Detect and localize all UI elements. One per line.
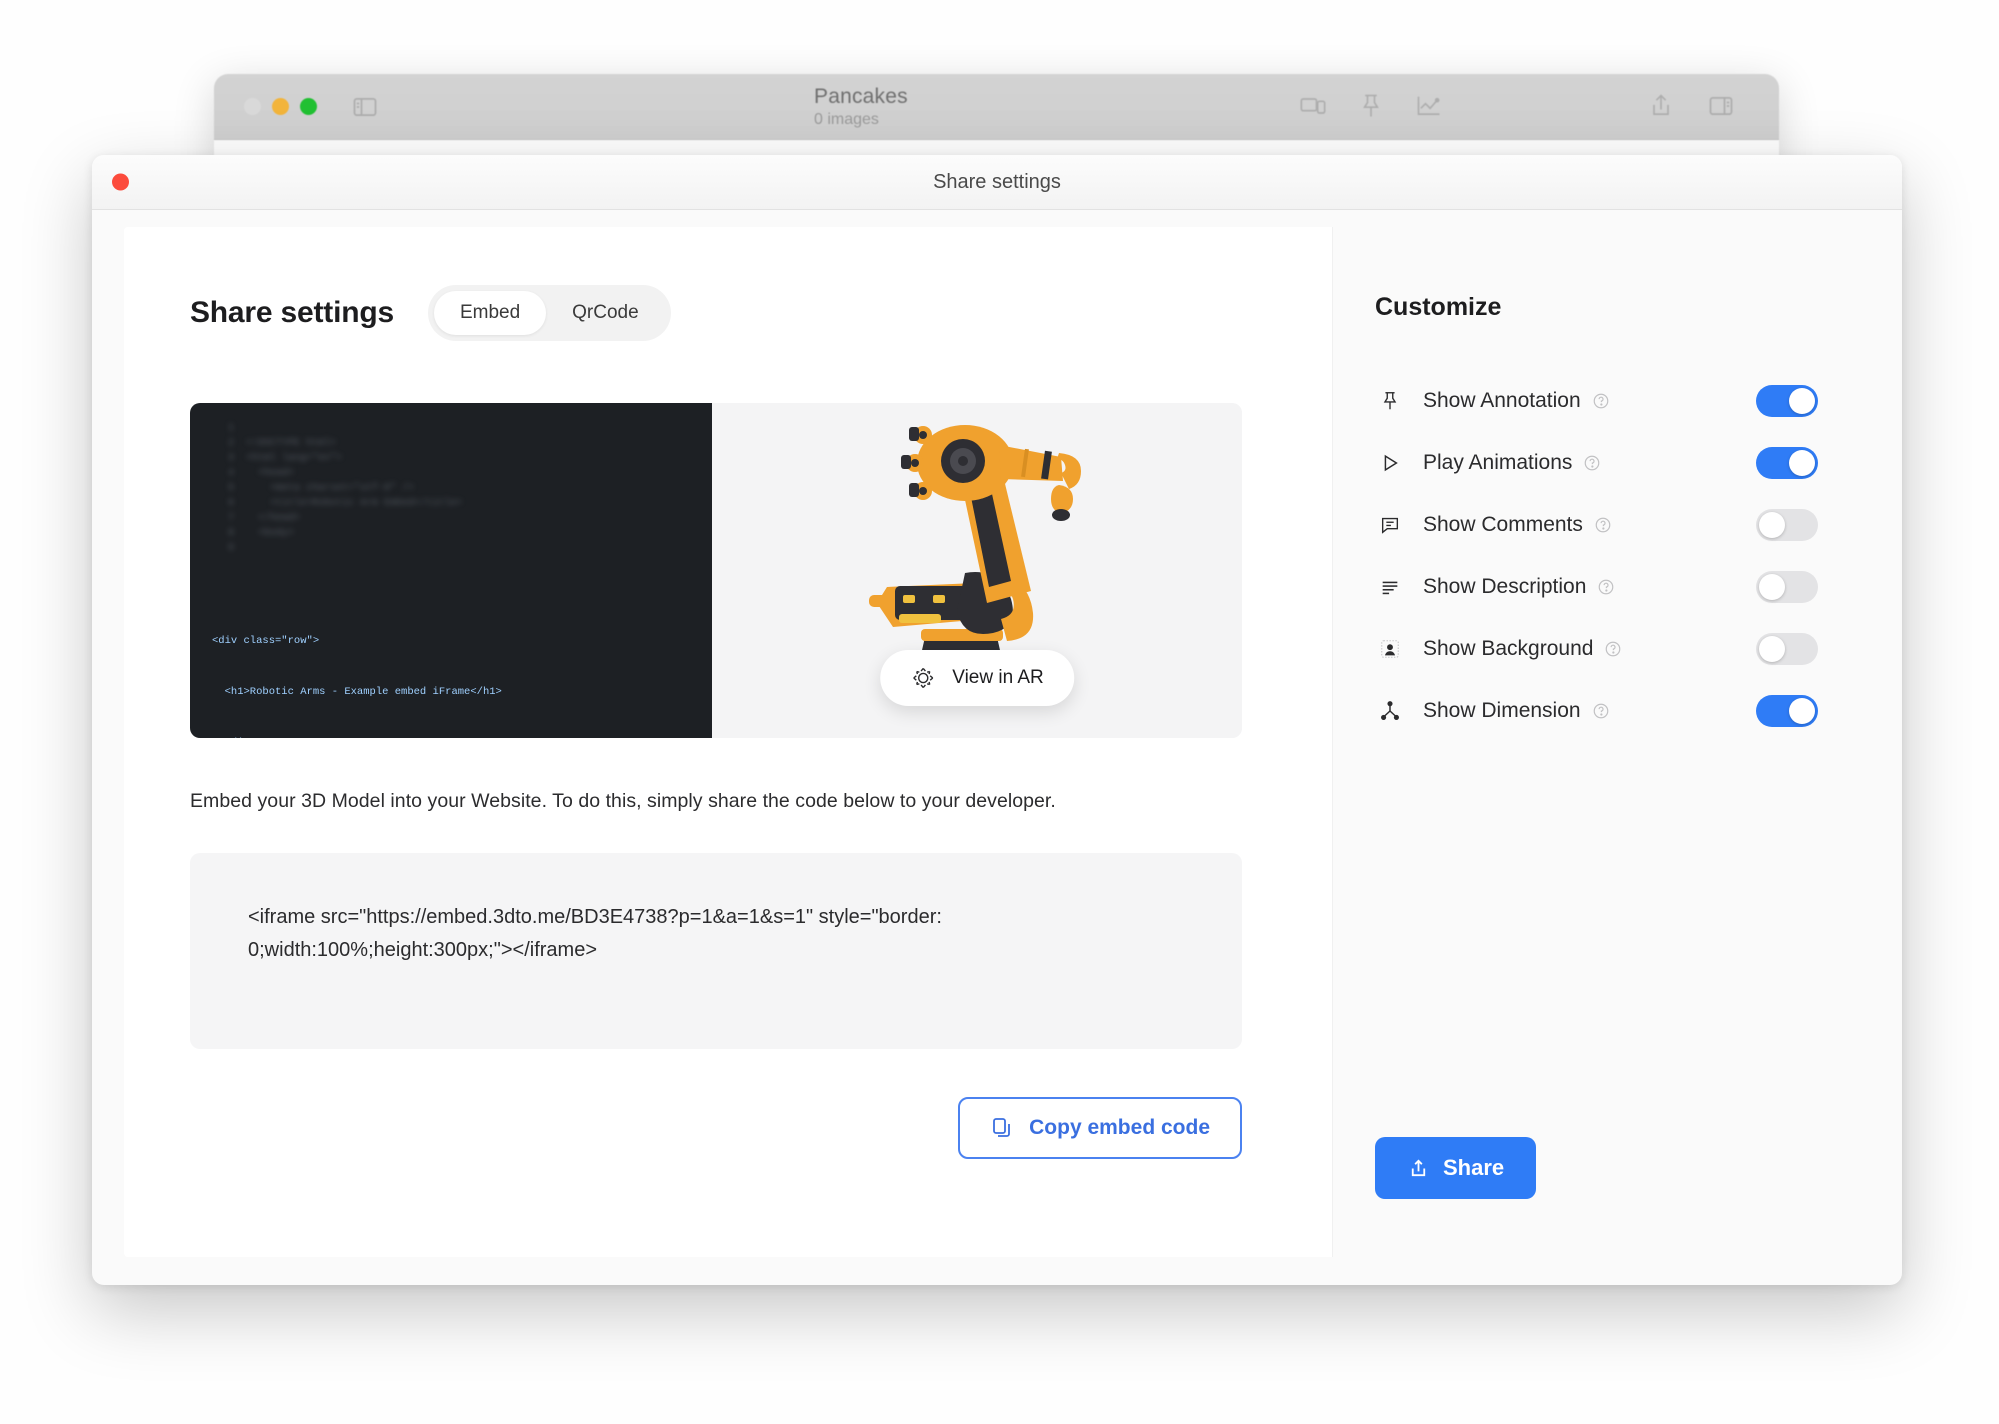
customize-pane: Customize Show Annotation Play Animation… bbox=[1332, 227, 1870, 1257]
background-icon bbox=[1375, 638, 1405, 660]
background-traffic-lights[interactable] bbox=[244, 98, 317, 115]
background-toolbar: Pancakes 0 images bbox=[214, 74, 1779, 140]
toggle-knob bbox=[1789, 388, 1815, 414]
dialog-body: Share settings Embed QrCode 1 2 <!DOCTYP… bbox=[124, 227, 1870, 1257]
embed-code-box[interactable]: <iframe src="https://embed.3dto.me/BD3E4… bbox=[190, 853, 1242, 1049]
view-in-ar-label: View in AR bbox=[952, 667, 1044, 688]
play-icon bbox=[1375, 452, 1405, 474]
toggle-show-background[interactable] bbox=[1756, 633, 1818, 665]
help-icon[interactable] bbox=[1604, 640, 1622, 658]
help-icon[interactable] bbox=[1592, 702, 1610, 720]
toggle-show-dimension[interactable] bbox=[1756, 695, 1818, 727]
option-show-annotation[interactable]: Show Annotation bbox=[1375, 370, 1870, 432]
toggle-show-comments[interactable] bbox=[1756, 509, 1818, 541]
toggle-show-description[interactable] bbox=[1756, 571, 1818, 603]
devices-icon[interactable] bbox=[1299, 92, 1327, 120]
code-line: <div> bbox=[212, 735, 712, 738]
preview-panel: 1 2 <!DOCTYPE html> 3 <html lang="en"> 4… bbox=[190, 403, 1242, 738]
copy-embed-code-label: Copy embed code bbox=[1029, 1116, 1210, 1139]
option-label: Show Dimension bbox=[1423, 699, 1581, 722]
dialog-titlebar: Share settings bbox=[92, 155, 1902, 210]
page-title: Share settings bbox=[190, 296, 394, 329]
toggle-show-annotation[interactable] bbox=[1756, 385, 1818, 417]
pin-icon[interactable] bbox=[1357, 92, 1385, 120]
background-window-title: Pancakes bbox=[814, 85, 908, 108]
copy-button-row: Copy embed code bbox=[190, 1097, 1242, 1159]
option-show-comments[interactable]: Show Comments bbox=[1375, 494, 1870, 556]
toggle-knob bbox=[1759, 574, 1785, 600]
minimize-button[interactable] bbox=[272, 98, 289, 115]
background-center-toolbar bbox=[1299, 92, 1443, 120]
option-label: Show Background bbox=[1423, 637, 1594, 660]
copy-embed-code-button[interactable]: Copy embed code bbox=[958, 1097, 1242, 1159]
customize-options-list: Show Annotation Play Animations Show Com… bbox=[1375, 370, 1870, 742]
sidebar-toggle-icon[interactable] bbox=[351, 93, 379, 121]
share-icon bbox=[1407, 1157, 1430, 1180]
toggle-knob bbox=[1789, 698, 1815, 724]
option-label: Show Description bbox=[1423, 575, 1587, 598]
share-button-label: Share bbox=[1443, 1155, 1505, 1180]
help-icon[interactable] bbox=[1583, 454, 1601, 472]
analytics-icon[interactable] bbox=[1415, 92, 1443, 120]
screen: Pancakes 0 images Share settings Share s… bbox=[0, 0, 1999, 1424]
option-show-description[interactable]: Show Description bbox=[1375, 556, 1870, 618]
toggle-knob bbox=[1759, 512, 1785, 538]
dialog-title: Share settings bbox=[933, 170, 1061, 193]
help-icon[interactable] bbox=[1592, 392, 1610, 410]
right-panel-icon[interactable] bbox=[1707, 92, 1735, 120]
code-preview-blurred: 1 2 <!DOCTYPE html> 3 <html lang="en"> 4… bbox=[228, 423, 463, 554]
embed-code-text: <iframe src="https://embed.3dto.me/BD3E4… bbox=[248, 906, 942, 962]
option-show-dimension[interactable]: Show Dimension bbox=[1375, 680, 1870, 742]
embed-description: Embed your 3D Model into your Website. T… bbox=[190, 790, 1056, 812]
model-viewer[interactable]: View in AR bbox=[712, 403, 1242, 738]
ar-cube-icon bbox=[910, 665, 936, 691]
customize-heading: Customize bbox=[1375, 293, 1502, 321]
toggle-knob bbox=[1789, 450, 1815, 476]
view-in-ar-button[interactable]: View in AR bbox=[880, 650, 1074, 706]
code-preview-lines: <div class="row"> <h1>Robotic Arms - Exa… bbox=[212, 599, 712, 738]
option-label: Show Comments bbox=[1423, 513, 1583, 536]
help-icon[interactable] bbox=[1594, 516, 1612, 534]
background-window-title-block: Pancakes 0 images bbox=[814, 84, 1074, 129]
code-line: <h1>Robotic Arms - Example embed iFrame<… bbox=[212, 686, 502, 698]
copy-icon bbox=[990, 1116, 1014, 1140]
option-play-animations[interactable]: Play Animations bbox=[1375, 432, 1870, 494]
maximize-button[interactable] bbox=[300, 98, 317, 115]
pin-icon bbox=[1375, 390, 1405, 412]
tab-qrcode[interactable]: QrCode bbox=[546, 291, 665, 335]
header-row: Share settings Embed QrCode bbox=[190, 285, 1266, 341]
toggle-knob bbox=[1759, 636, 1785, 662]
option-label: Show Annotation bbox=[1423, 389, 1581, 412]
option-show-background[interactable]: Show Background bbox=[1375, 618, 1870, 680]
share-icon[interactable] bbox=[1647, 92, 1675, 120]
code-preview: 1 2 <!DOCTYPE html> 3 <html lang="en"> 4… bbox=[190, 403, 712, 738]
share-settings-dialog: Share settings Share settings Embed QrCo… bbox=[92, 155, 1902, 1285]
share-button[interactable]: Share bbox=[1375, 1137, 1537, 1199]
comment-icon bbox=[1375, 514, 1405, 536]
dialog-close-button[interactable] bbox=[112, 173, 129, 191]
close-button[interactable] bbox=[244, 98, 261, 115]
lines-icon bbox=[1375, 576, 1405, 598]
toggle-play-animations[interactable] bbox=[1756, 447, 1818, 479]
dimension-icon bbox=[1375, 700, 1405, 722]
tab-embed[interactable]: Embed bbox=[433, 291, 547, 335]
background-right-toolbar bbox=[1647, 92, 1735, 120]
background-window-subtitle: 0 images bbox=[814, 111, 879, 129]
tab-group: Embed QrCode bbox=[427, 285, 671, 341]
main-pane: Share settings Embed QrCode 1 2 <!DOCTYP… bbox=[124, 227, 1332, 1257]
help-icon[interactable] bbox=[1597, 578, 1615, 596]
code-line: <div class="row"> bbox=[212, 635, 320, 647]
option-label: Play Animations bbox=[1423, 451, 1573, 474]
